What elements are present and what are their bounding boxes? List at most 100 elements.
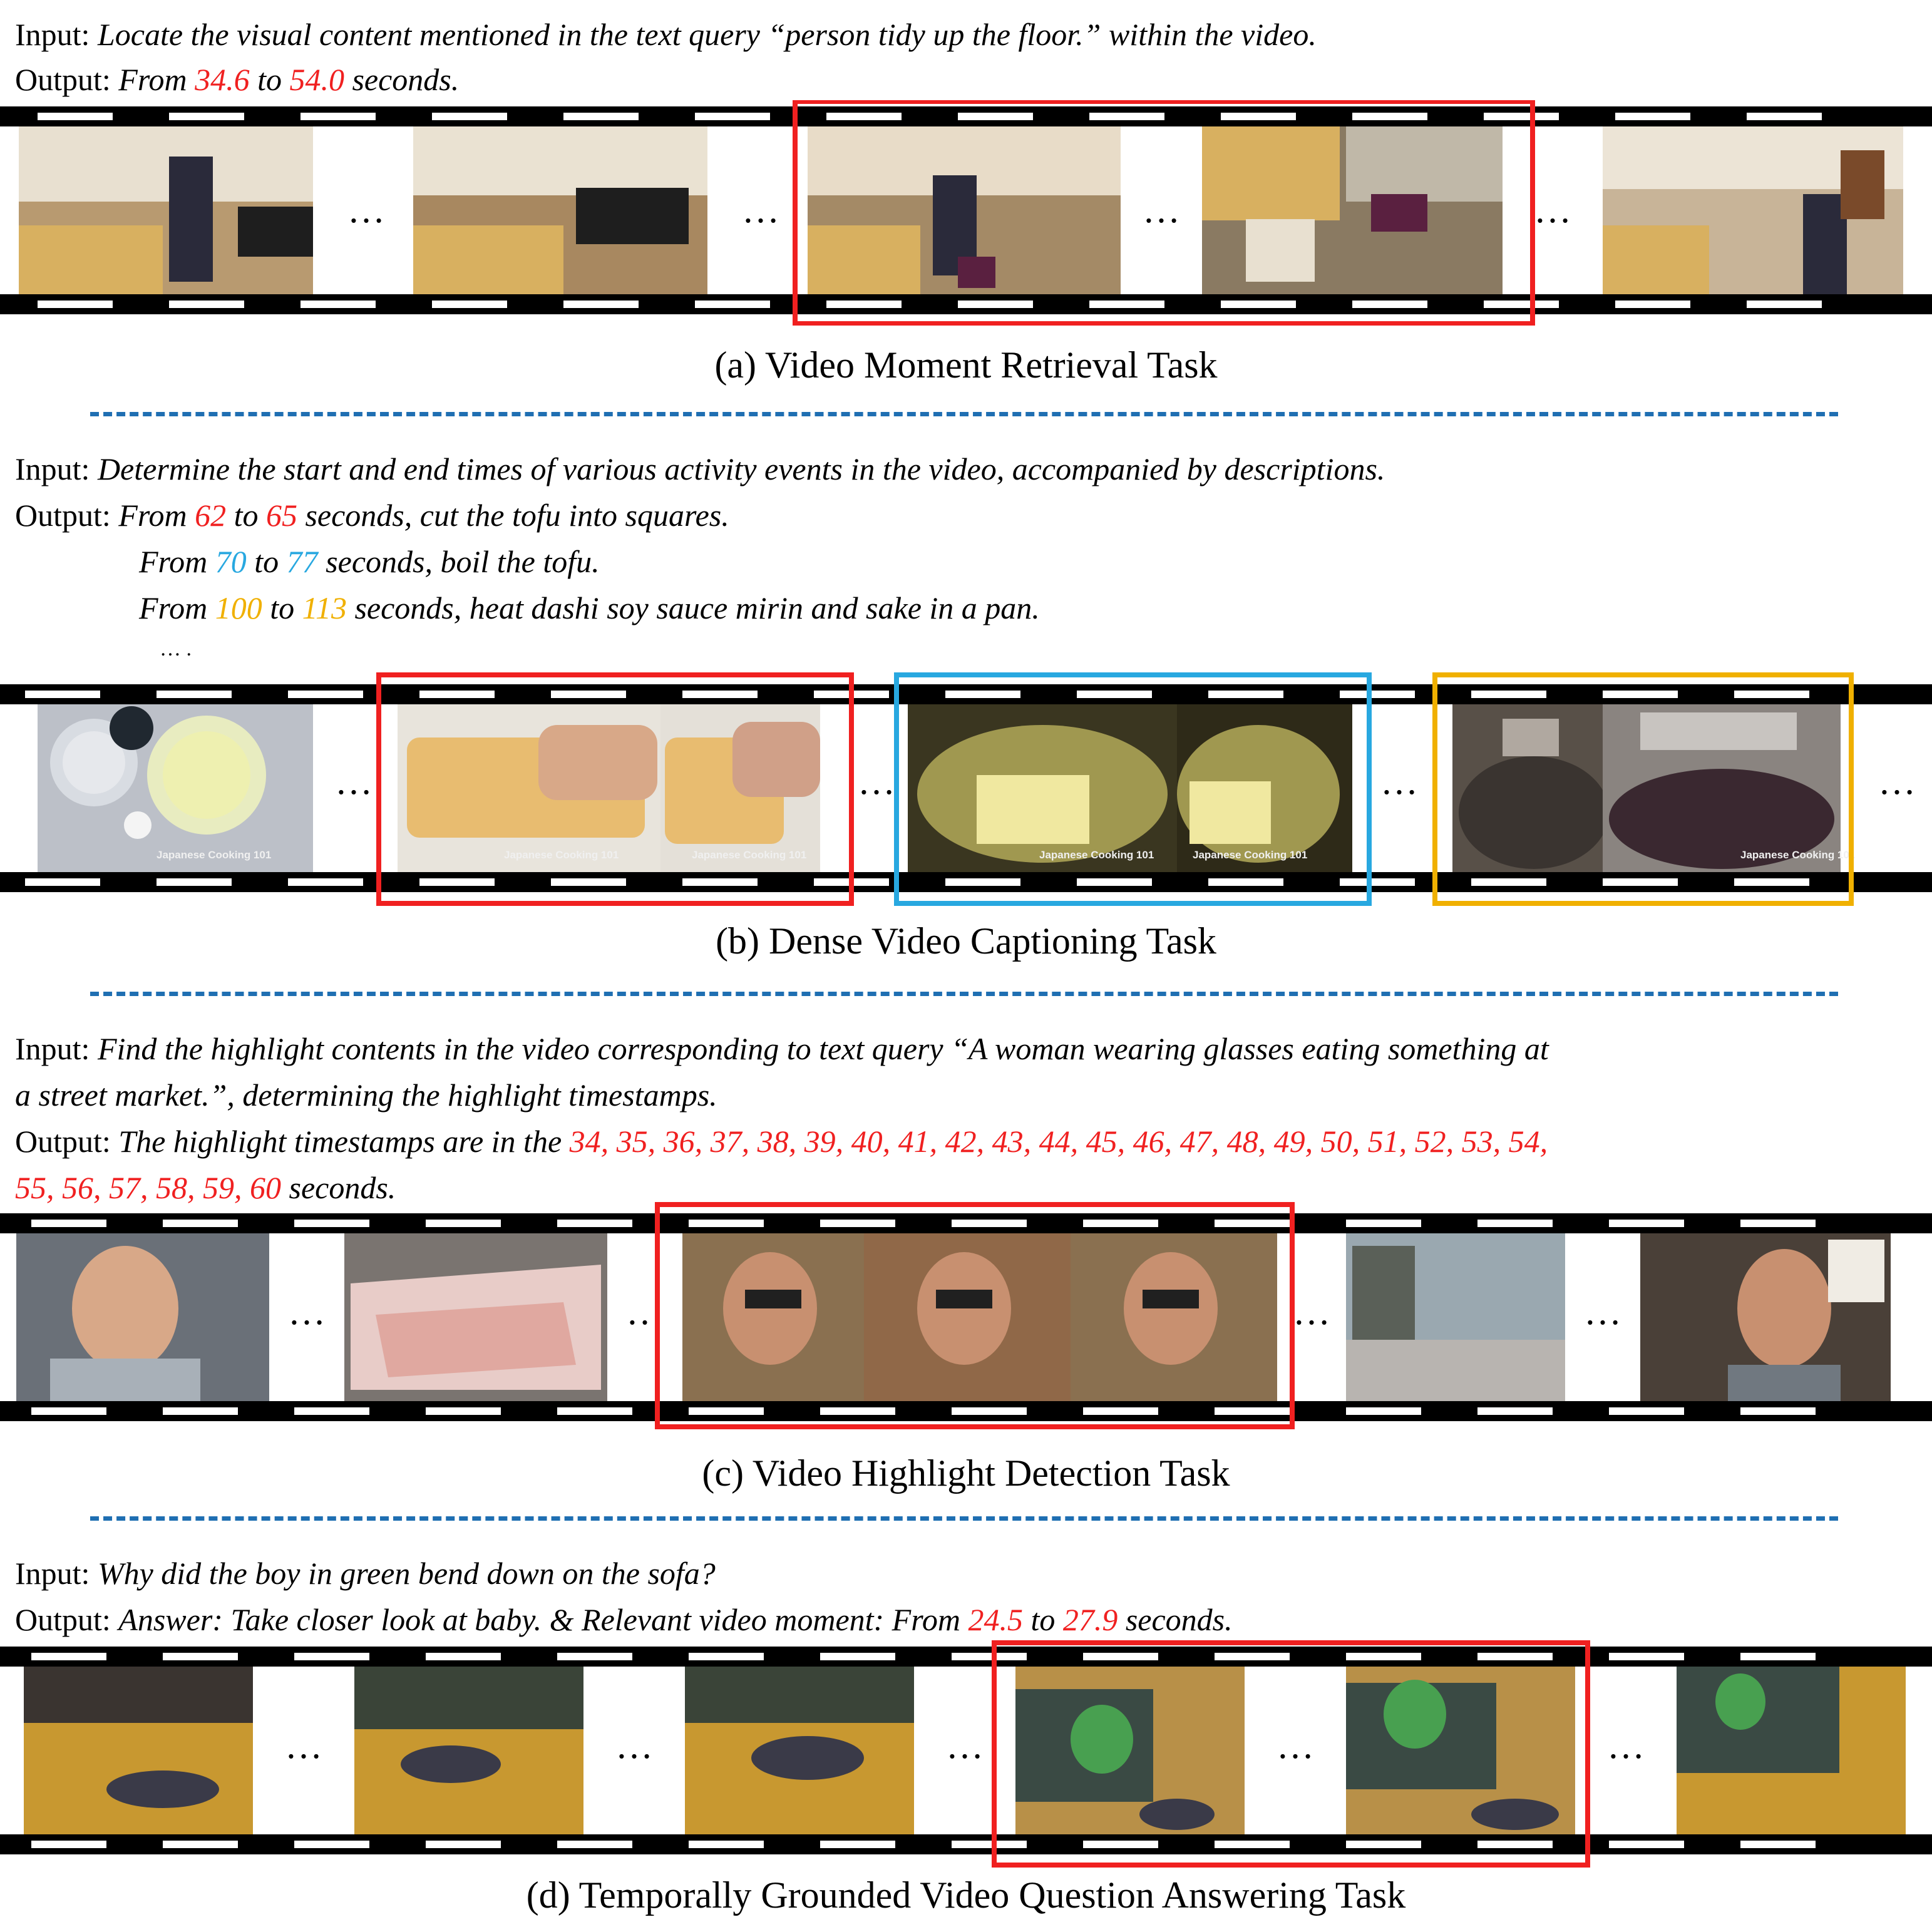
event-text: From [118, 498, 195, 533]
output-line-a: Output: From 34.6 to 54.0 seconds. [15, 56, 459, 103]
input-query: Determine the start and end times of var… [97, 451, 1385, 486]
event-text: to [226, 498, 266, 533]
input-query: Why did the boy in green bend down on th… [97, 1556, 716, 1591]
video-frame [1677, 1667, 1906, 1834]
ellipsis: … [742, 189, 779, 230]
filmstrip-a: … … … … [0, 100, 1932, 326]
output-text: to [1022, 1602, 1063, 1637]
input-label: Input: [15, 1031, 90, 1066]
caption-d: (d) Temporally Grounded Video Question A… [526, 1874, 1406, 1916]
event-line: From 100 to 113 seconds, heat dashi soy … [139, 585, 1040, 631]
output-label: Output: [15, 498, 111, 533]
video-frame [24, 1667, 253, 1834]
output-text: From [118, 62, 195, 97]
ellipsis: … [1534, 189, 1571, 230]
ellipsis: … [1380, 761, 1418, 802]
output-label: Output: [15, 1602, 111, 1637]
filmstrip-b: Japanese Cooking 101 Japanese Cooking 10… [0, 669, 1932, 907]
video-frame [1452, 704, 1609, 872]
video-frame [354, 1667, 583, 1834]
section-separator [90, 412, 1838, 416]
ellipsis: … [1277, 1725, 1314, 1766]
video-frame [16, 1233, 269, 1401]
video-frame [1603, 126, 1903, 294]
output-text: The highlight timestamps are in the [118, 1124, 570, 1159]
input-query: Locate the visual content mentioned in t… [97, 17, 1317, 52]
ellipsis: … [288, 1291, 326, 1332]
start-time: 70 [215, 544, 247, 579]
video-frame [1346, 1233, 1565, 1401]
watermark: Japanese Cooking 101 [692, 849, 806, 861]
input-line-c1: Input: Find the highlight contents in th… [15, 1025, 1549, 1072]
timestamps: 55, 56, 57, 58, 59, 60 [15, 1170, 281, 1205]
ellipsis: … [858, 761, 895, 802]
input-query: Find the highlight contents in the video… [97, 1031, 1549, 1066]
output-line-b: Output: From 62 to 65 seconds, cut the t… [15, 492, 729, 538]
watermark: Japanese Cooking 101 [1740, 849, 1855, 861]
video-frame [1177, 704, 1352, 872]
video-frame [1346, 1667, 1575, 1834]
section-separator [90, 992, 1838, 996]
ellipsis: … [1584, 1291, 1621, 1332]
end-time: 113 [302, 590, 347, 625]
watermark: Japanese Cooking 101 [504, 849, 619, 861]
filmstrip-d-svg: … … … … … [0, 1640, 1932, 1868]
ellipsis: … [615, 1725, 653, 1766]
video-frame [1202, 126, 1503, 294]
video-frame [1603, 704, 1841, 872]
input-line-c2: a street market.”, determining the highl… [15, 1077, 717, 1113]
video-frame [398, 704, 660, 872]
video-frame [19, 126, 313, 294]
output-text: seconds. [344, 62, 460, 97]
start-time: 100 [215, 590, 262, 625]
output-text: Answer: Take closer look at baby. & Rele… [118, 1602, 969, 1637]
video-frame [1640, 1233, 1891, 1401]
ellipsis: … [946, 1725, 984, 1766]
output-text: to [249, 62, 290, 97]
caption-b: (b) Dense Video Captioning Task [716, 920, 1216, 962]
video-frame [413, 126, 707, 294]
video-frame [38, 704, 313, 872]
video-frame [864, 1233, 1071, 1401]
video-frame [660, 704, 820, 872]
filmstrip-d: … … … … … [0, 1633, 1932, 1871]
watermark: Japanese Cooking 101 [1193, 849, 1307, 861]
filmstrip-c: … … … … [0, 1202, 1932, 1440]
event-text: to [246, 544, 287, 579]
ellipsis: … [1607, 1725, 1645, 1766]
event-text: seconds, heat dashi soy sauce mirin and … [346, 590, 1040, 625]
ellipsis: … [347, 189, 385, 230]
end-time: 65 [265, 498, 297, 533]
timestamps: 34, 35, 36, 37, 38, 39, 40, 41, 42, 43, … [569, 1124, 1548, 1159]
start-time: 24.5 [968, 1602, 1023, 1637]
video-frame [808, 126, 1121, 294]
start-time: 34.6 [195, 62, 250, 97]
start-time: 62 [195, 498, 227, 533]
video-frame [1015, 1667, 1245, 1834]
ellipsis: … [1878, 761, 1916, 802]
input-line-d: Input: Why did the boy in green bend dow… [15, 1550, 716, 1596]
output-label: Output: [15, 62, 111, 97]
input-label: Input: [15, 17, 90, 52]
ellipsis: … [335, 761, 373, 802]
input-label: Input: [15, 1556, 90, 1591]
event-text: seconds, boil the tofu. [317, 544, 600, 579]
caption-a: (a) Video Moment Retrieval Task [714, 344, 1218, 386]
filmstrip-c-svg: … … … … [0, 1202, 1932, 1429]
input-label: Input: [15, 451, 90, 486]
ellipsis: … [1293, 1291, 1330, 1332]
end-time: 77 [286, 544, 318, 579]
input-line-b: Input: Determine the start and end times… [15, 446, 1385, 492]
event-text: to [262, 590, 302, 625]
section-separator [90, 1516, 1838, 1521]
event-text: From [139, 590, 215, 625]
filmstrip-a-svg: … … … … [0, 100, 1932, 326]
caption-c: (c) Video Highlight Detection Task [702, 1452, 1230, 1494]
video-frame [1071, 1233, 1277, 1401]
filmstrip-b-svg: Japanese Cooking 101 Japanese Cooking 10… [0, 672, 1932, 906]
video-frame [344, 1233, 607, 1401]
ellipsis: … [1143, 189, 1180, 230]
output-line-c1: Output: The highlight timestamps are in … [15, 1118, 1548, 1164]
end-time: 54.0 [289, 62, 344, 97]
event-text: From [139, 544, 215, 579]
